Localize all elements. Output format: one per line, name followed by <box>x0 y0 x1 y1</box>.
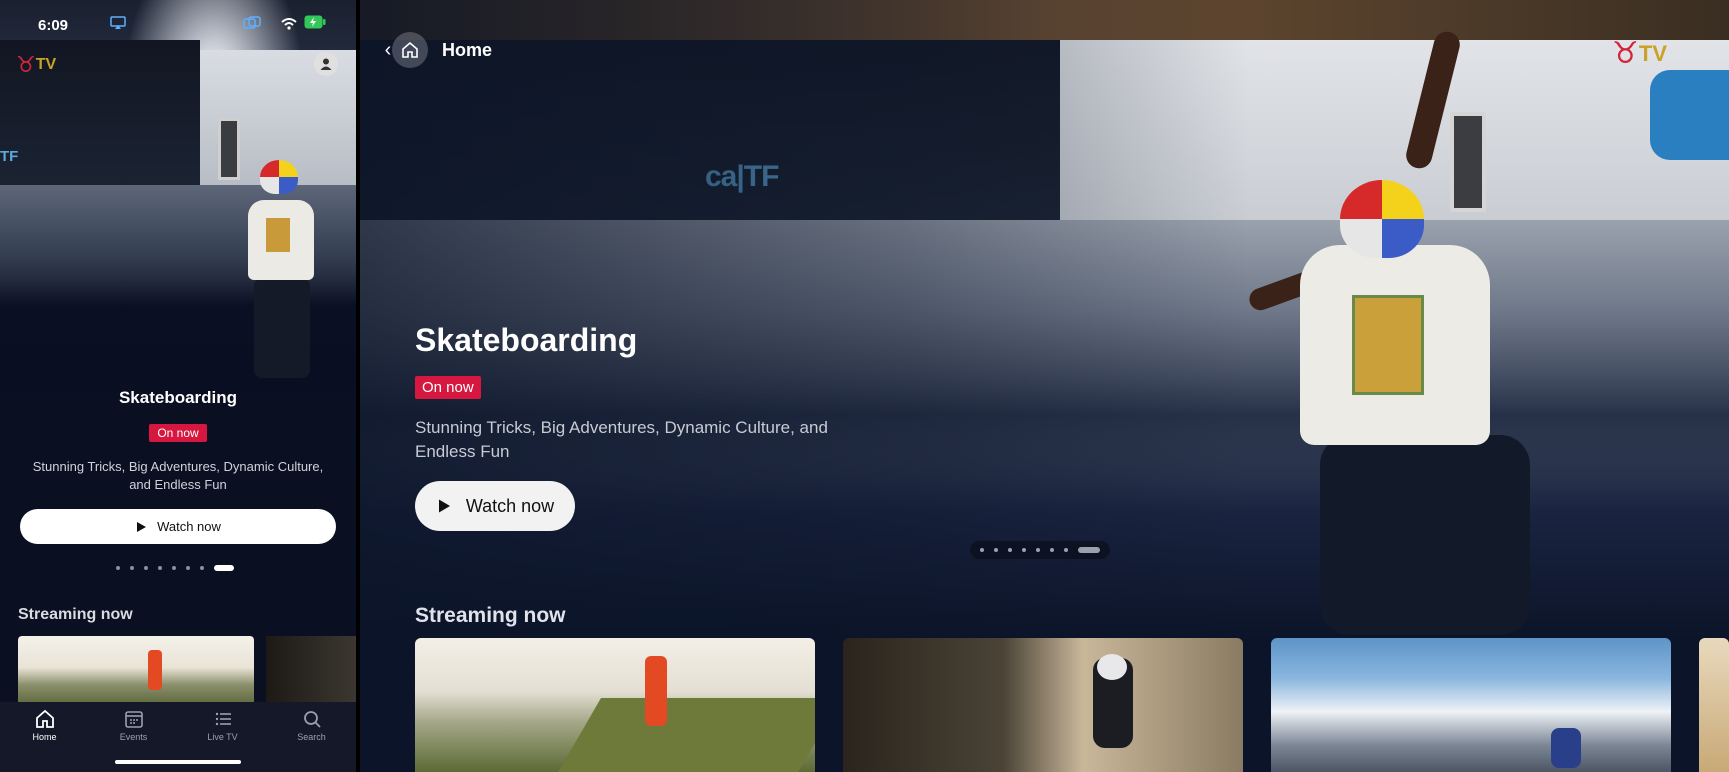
bull-logo-icon: ♉ <box>1612 37 1639 70</box>
skater-figure <box>1120 28 1580 640</box>
home-indicator[interactable] <box>115 760 241 764</box>
battery-icon <box>304 15 326 34</box>
list-icon <box>215 712 231 726</box>
profile-button[interactable] <box>314 52 338 76</box>
live-badge: On now <box>149 424 207 442</box>
hero-title: Skateboarding <box>415 322 638 358</box>
search-icon <box>303 711 321 728</box>
ctf-sign: TF <box>0 148 19 165</box>
home-icon <box>392 32 428 68</box>
carousel-indicator[interactable] <box>970 541 1110 559</box>
card-partial[interactable] <box>1699 638 1729 772</box>
tab-home[interactable]: Home <box>0 702 89 772</box>
watch-now-button[interactable]: Watch now <box>20 509 336 544</box>
hero-description: Stunning Tricks, Big Adventures, Dynamic… <box>415 418 828 461</box>
section-title: Streaming now <box>415 604 566 627</box>
card-mountain-bike[interactable] <box>843 638 1243 772</box>
carousel-indicator[interactable] <box>116 565 234 571</box>
phone-app: TF 6:09 ♉ TV Skateboarding On now Stunni… <box>0 0 356 772</box>
watch-now-button[interactable]: Watch now <box>415 481 575 531</box>
home-breadcrumb[interactable]: Home <box>390 32 504 68</box>
status-time: 6:09 <box>38 17 69 34</box>
hero-title: Skateboarding <box>118 388 238 407</box>
card-trail-runner[interactable] <box>18 636 254 706</box>
airplay-icon <box>110 16 126 35</box>
hero-description: Stunning Tricks, Big Adventures, Dynamic… <box>32 459 324 492</box>
play-icon <box>137 521 147 532</box>
tab-search[interactable]: Search <box>267 702 356 772</box>
live-badge: On now <box>415 376 481 399</box>
page-title: Home <box>442 39 493 60</box>
status-bar: 6:09 <box>0 0 356 50</box>
wifi-icon <box>281 17 297 35</box>
section-title: Streaming now <box>18 606 133 623</box>
card-partial[interactable] <box>266 636 356 706</box>
tv-app: ca|TF ‹ Home ♉ TV Skateboarding On now S… <box>360 0 1729 772</box>
card-trail-runner[interactable] <box>415 638 815 772</box>
play-icon <box>438 499 450 513</box>
redbull-tv-logo[interactable]: ♉ TV <box>16 52 56 78</box>
home-icon <box>35 709 54 728</box>
person-icon <box>320 58 332 70</box>
calendar-icon <box>124 711 143 728</box>
bull-logo-icon: ♉ <box>16 52 36 77</box>
skater-figure <box>236 160 326 380</box>
screen-mirror-icon <box>243 16 261 35</box>
redbull-tv-logo: ♉ TV <box>1612 37 1668 70</box>
card-wingsuit-mountains[interactable] <box>1271 638 1671 772</box>
